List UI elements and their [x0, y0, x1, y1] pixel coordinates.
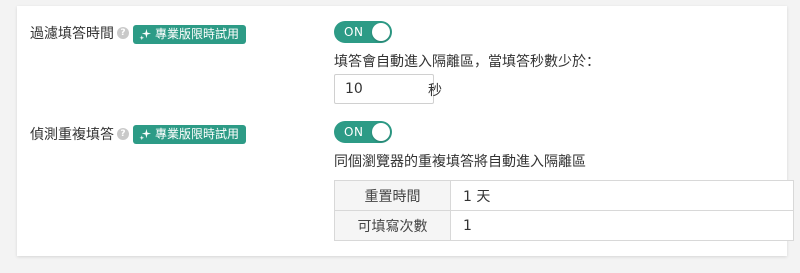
toggle-label: ON — [344, 25, 364, 39]
reset-time-key: 重置時間 — [334, 180, 451, 211]
sparkle-icon — [139, 128, 152, 141]
badge-label: 專業版限時試用 — [155, 27, 240, 41]
table-row: 可填寫次數 1 — [334, 210, 794, 241]
setting-label-fill-time: 過濾填答時間 — [30, 26, 114, 42]
duplicate-description: 同個瀏覽器的重複填答將自動進入隔離區 — [334, 154, 586, 170]
min-seconds-input[interactable] — [334, 74, 434, 104]
question-circle-icon[interactable]: ? — [117, 27, 129, 39]
fill-count-value[interactable]: 1 — [450, 210, 794, 241]
toggle-label: ON — [344, 125, 364, 139]
pro-trial-badge: 專業版限時試用 — [133, 25, 247, 44]
sparkle-icon — [139, 28, 152, 41]
toggle-knob — [372, 23, 390, 41]
pro-trial-badge: 專業版限時試用 — [133, 125, 247, 144]
question-circle-icon[interactable]: ? — [117, 128, 129, 140]
seconds-unit: 秒 — [428, 83, 442, 99]
reset-time-value[interactable]: 1 天 — [450, 180, 794, 211]
duplicate-settings-table: 重置時間 1 天 可填寫次數 1 — [334, 180, 794, 241]
setting-label-duplicate: 偵測重複填答 — [30, 127, 114, 143]
fill-time-toggle[interactable]: ON — [334, 21, 392, 43]
toggle-knob — [372, 123, 390, 141]
badge-label: 專業版限時試用 — [155, 127, 240, 141]
duplicate-toggle[interactable]: ON — [334, 121, 392, 143]
table-row: 重置時間 1 天 — [334, 180, 794, 211]
fill-count-key: 可填寫次數 — [334, 210, 451, 241]
fill-time-description: 填答會自動進入隔離區，當填答秒數少於： — [334, 54, 600, 70]
